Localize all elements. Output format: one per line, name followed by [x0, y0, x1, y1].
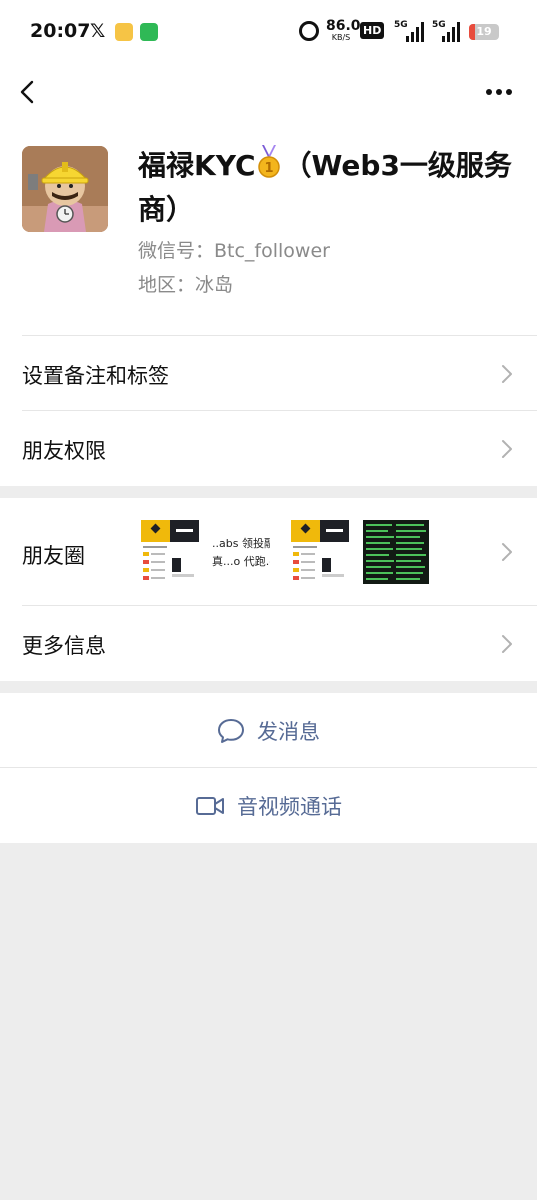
- signal-strength-icon-2: 5G: [432, 20, 462, 42]
- chevron-right-icon: [502, 440, 512, 458]
- send-message-button[interactable]: 发消息: [0, 693, 537, 768]
- chevron-right-icon: [502, 365, 512, 383]
- region: 地区：冰岛: [138, 274, 234, 296]
- network-type-1: 5G: [394, 20, 408, 30]
- svg-text:1: 1: [264, 161, 273, 176]
- binance-post-image: [141, 520, 199, 584]
- chevron-left-icon: [20, 80, 34, 104]
- binance-post-image: [291, 520, 349, 584]
- status-time: 20:07: [30, 20, 91, 42]
- moments-thumbnail-2[interactable]: ..abs 领投融资 真...o 代跑.dc: [212, 520, 270, 584]
- moments-label: 朋友圈: [22, 544, 85, 568]
- back-button[interactable]: [14, 76, 44, 108]
- more-dots-icon: [486, 89, 512, 95]
- send-message-content: 发消息: [0, 693, 537, 768]
- network-speed-value: 86.0: [326, 18, 361, 34]
- top-navigation-bar: [0, 64, 537, 120]
- signal-strength-icon-1: 5G: [394, 20, 424, 42]
- battery-level: 19: [476, 25, 492, 38]
- moments-thumbnail-4[interactable]: [363, 520, 429, 584]
- chevron-right-icon: [502, 635, 512, 653]
- moments-thumbnail-3[interactable]: [291, 520, 349, 584]
- voice-video-call-button[interactable]: 音视频通话: [0, 768, 537, 843]
- video-camera-icon: [196, 796, 224, 815]
- x-app-icon: 𝕏: [90, 20, 106, 42]
- thumbnail-text-line-2: 真...o 代跑.dc: [212, 555, 270, 568]
- set-remark-and-tags-row[interactable]: 设置备注和标签: [0, 336, 537, 411]
- status-bar: 20:07 𝕏 86.0 KB/S HD 5G 5G 19: [0, 0, 537, 64]
- chevron-right-icon: [502, 543, 512, 561]
- contact-name: 福禄KYC 1 （Web3一级服务商）: [138, 144, 518, 232]
- profile-card: 福禄KYC 1 （Web3一级服务商） 微信号：Btc_follower 地区：…: [0, 120, 537, 336]
- thumbnail-text-line-1: ..abs 领投融资: [212, 537, 270, 550]
- friend-permissions-row[interactable]: 朋友权限: [0, 411, 537, 486]
- more-options-button[interactable]: [482, 80, 516, 104]
- avatar-illustration: [22, 146, 108, 232]
- wechat-id: 微信号：Btc_follower: [138, 240, 330, 262]
- avatar[interactable]: [22, 146, 108, 232]
- contact-name-main: 福禄KYC: [138, 149, 256, 182]
- more-info-row[interactable]: 更多信息: [0, 606, 537, 681]
- terminal-screenshot-image: [363, 520, 429, 584]
- message-notification-icon: [140, 23, 158, 41]
- gold-medal-icon: 1: [257, 145, 280, 178]
- notes-notification-icon: [115, 23, 133, 41]
- set-remark-label: 设置备注和标签: [22, 364, 169, 388]
- moments-thumbnail-1[interactable]: [141, 520, 199, 584]
- send-message-label: 发消息: [257, 719, 320, 744]
- voice-video-call-content: 音视频通话: [0, 768, 537, 843]
- network-type-2: 5G: [432, 20, 446, 30]
- more-info-label: 更多信息: [22, 634, 106, 658]
- friend-permissions-label: 朋友权限: [22, 439, 106, 463]
- voice-video-call-label: 音视频通话: [237, 794, 342, 819]
- network-speed: 86.0 KB/S: [326, 18, 361, 42]
- hd-voice-icon: HD: [360, 22, 385, 39]
- chat-bubble-icon: [218, 718, 244, 743]
- battery-icon: 19: [469, 24, 499, 40]
- network-speed-unit: KB/S: [331, 33, 351, 42]
- alarm-icon: [299, 21, 319, 41]
